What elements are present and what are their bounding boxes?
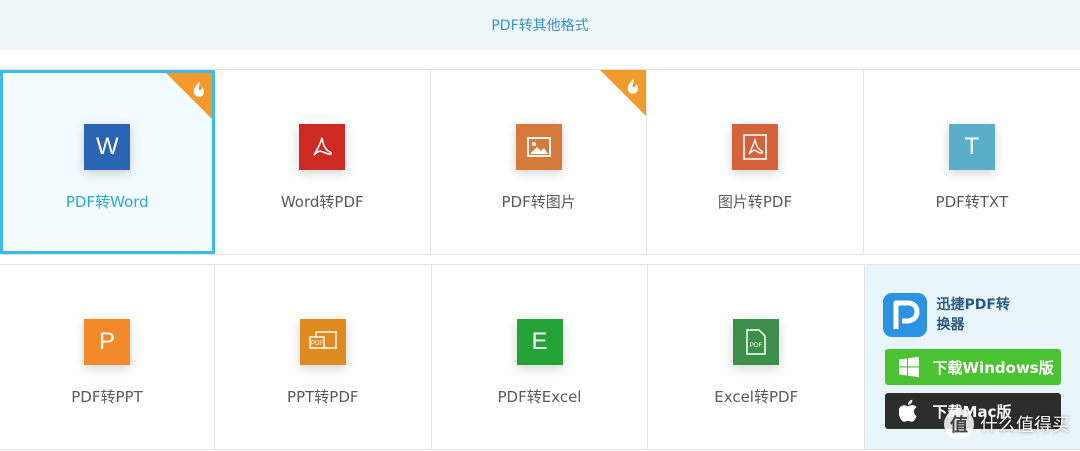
download-windows-label: 下载Windows版 — [932, 358, 1054, 377]
image-icon — [515, 124, 562, 170]
tile-pdf-to-txt[interactable]: T PDF转TXT — [863, 70, 1080, 254]
tile-label: Excel转PDF — [714, 388, 799, 406]
apple-icon — [897, 399, 921, 423]
txt-icon: T — [948, 124, 995, 170]
acrobat-icon — [731, 124, 778, 170]
hot-fire-icon — [600, 70, 647, 116]
tile-label: PDF转TXT — [935, 193, 1009, 211]
tile-label: 图片转PDF — [717, 193, 793, 211]
tile-ppt-to-pdf[interactable]: PDF PPT转PDF — [214, 265, 432, 449]
download-windows-button[interactable]: 下载Windows版 — [884, 349, 1061, 385]
promo-header: 迅捷PDF转换器 — [882, 293, 1063, 337]
tile-label: PDF转图片 — [501, 193, 576, 211]
svg-text:PDF: PDF — [750, 342, 763, 349]
tile-excel-to-pdf[interactable]: PDF Excel转PDF — [648, 265, 866, 449]
section-title: PDF转其他格式 — [491, 18, 589, 34]
acrobat-icon — [299, 124, 346, 170]
tile-word-to-pdf[interactable]: Word转PDF — [214, 70, 431, 254]
hot-fire-icon — [165, 73, 212, 119]
excel-icon: E — [516, 319, 563, 365]
conversion-row-1: W PDF转Word Word转PDF PDF转图片 图片转PDF T PDF转… — [0, 69, 1080, 255]
tile-label: PDF转PPT — [71, 388, 143, 406]
app-logo-icon — [882, 293, 927, 337]
watermark-text: 什么值得买 — [980, 415, 1070, 436]
app-name: 迅捷PDF转换器 — [936, 297, 1010, 333]
word-icon: W — [84, 124, 131, 170]
download-promo-panel: 迅捷PDF转换器 下载Windows版 下载Mac版 值 什么值得买 — [865, 265, 1080, 449]
svg-text:PDF: PDF — [311, 341, 323, 347]
windows-icon — [897, 355, 921, 379]
tile-pdf-to-word[interactable]: W PDF转Word — [0, 70, 215, 254]
tile-label: PDF转Word — [65, 193, 149, 211]
tile-label: PDF转Excel — [497, 388, 582, 406]
watermark: 值 什么值得买 — [944, 409, 1070, 439]
watermark-badge: 值 — [944, 409, 974, 439]
tile-image-to-pdf[interactable]: 图片转PDF — [647, 70, 864, 254]
ppt-icon: P — [83, 319, 130, 365]
tile-pdf-to-ppt[interactable]: P PDF转PPT — [0, 265, 215, 449]
tile-pdf-to-excel[interactable]: E PDF转Excel — [431, 265, 649, 449]
conversion-row-2: P PDF转PPT PDF PPT转PDF E PDF转Excel PDF Ex… — [0, 264, 1080, 450]
pdf-doc-icon: PDF — [733, 319, 780, 365]
section-header: PDF转其他格式 — [0, 0, 1080, 50]
tile-pdf-to-image[interactable]: PDF转图片 — [430, 70, 648, 254]
tile-label: Word转PDF — [280, 193, 364, 211]
tile-label: PPT转PDF — [287, 388, 359, 406]
pdf-doc-icon: PDF — [299, 319, 346, 365]
